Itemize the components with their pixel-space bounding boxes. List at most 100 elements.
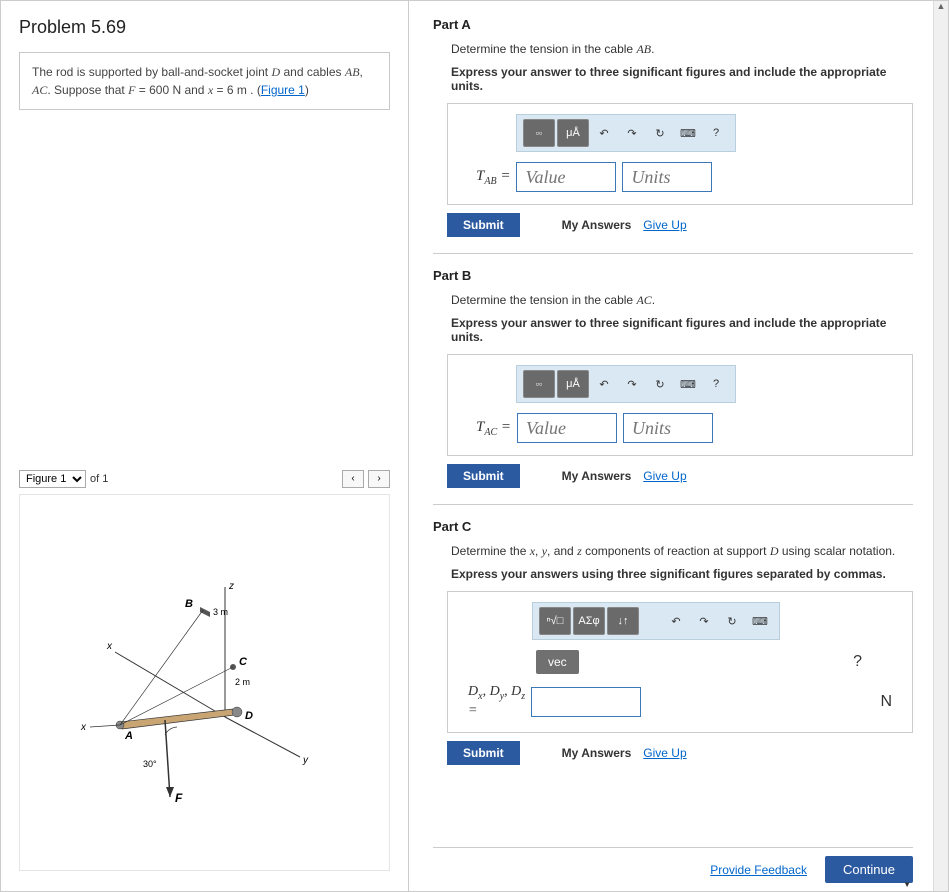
text: and — [184, 83, 207, 97]
svg-text:F: F — [175, 791, 183, 805]
my-answers-link[interactable]: My Answers — [562, 469, 632, 483]
figure-image: z x y B 3 m C 2 m D A F 30° — [19, 494, 390, 872]
part-c-label: Dx, Dy, Dz = — [468, 684, 525, 720]
part-c-actions: Submit My Answers Give Up — [433, 741, 913, 765]
figure-next-button[interactable]: › — [368, 470, 390, 488]
give-up-link[interactable]: Give Up — [643, 469, 686, 483]
part-c-answer-line: Dx, Dy, Dz = N — [468, 684, 898, 720]
figure-selector-bar: Figure 1 of 1 ‹ › — [19, 470, 390, 488]
separator — [433, 253, 913, 254]
svg-text:30°: 30° — [143, 759, 157, 769]
part-b-answer-line: TAC = — [476, 413, 898, 443]
templates-button[interactable]: ▫▫ — [523, 119, 555, 147]
part-c-value-input[interactable] — [531, 687, 641, 717]
part-c-prompt: Determine the x, y, and z components of … — [451, 544, 913, 559]
help-button[interactable]: ? — [853, 653, 862, 671]
redo-button[interactable]: ↷ — [619, 119, 645, 147]
redo-button[interactable]: ↷ — [691, 607, 717, 635]
part-a-prompt: Determine the tension in the cable AB. — [451, 42, 913, 57]
provide-feedback-link[interactable]: Provide Feedback — [710, 863, 807, 877]
part-c: Part C Determine the x, y, and z compone… — [433, 519, 913, 765]
part-a-label: TAB = — [476, 168, 510, 187]
svg-text:3 m: 3 m — [213, 607, 228, 617]
svg-text:z: z — [228, 581, 234, 592]
part-a-submit-button[interactable]: Submit — [447, 213, 520, 237]
part-b-value-input[interactable] — [517, 413, 617, 443]
part-a-title: Part A — [433, 17, 913, 32]
text: Determine the tension in the cable — [451, 42, 636, 56]
figure-select[interactable]: Figure 1 — [19, 470, 86, 488]
reset-button[interactable]: ↻ — [719, 607, 745, 635]
undo-button[interactable]: ↶ — [591, 119, 617, 147]
help-button[interactable]: ? — [703, 370, 729, 398]
part-c-answer-box: ⁿ√□ ΑΣφ ↓↑ ↶ ↷ ↻ ⌨ vec ? Dx, Dy, — [447, 591, 913, 733]
part-a-value-input[interactable] — [516, 162, 616, 192]
continue-button[interactable]: Continue — [825, 856, 913, 883]
part-a-instructions: Express your answer to three significant… — [451, 65, 913, 93]
figure-prev-button[interactable]: ‹ — [342, 470, 364, 488]
text: , — [360, 65, 363, 79]
keyboard-button[interactable]: ⌨ — [747, 607, 773, 635]
var-d: D — [271, 65, 280, 79]
my-answers-link[interactable]: My Answers — [562, 218, 632, 232]
dropdown-icon[interactable]: ▼ — [903, 880, 911, 889]
svg-text:x: x — [80, 722, 87, 733]
var: D — [770, 544, 779, 558]
part-c-submit-button[interactable]: Submit — [447, 741, 520, 765]
mu-angstrom-button[interactable]: μÅ — [557, 119, 589, 147]
part-c-title: Part C — [433, 519, 913, 534]
part-a-toolbar: ▫▫ μÅ ↶ ↷ ↻ ⌨ ? — [516, 114, 736, 152]
text: . — [651, 42, 654, 56]
text: . — [652, 293, 655, 307]
part-b-actions: Submit My Answers Give Up — [433, 464, 913, 488]
part-b-units-input[interactable] — [623, 413, 713, 443]
part-b-submit-button[interactable]: Submit — [447, 464, 520, 488]
part-c-unit: N — [880, 693, 892, 711]
text: ) — [305, 83, 309, 97]
text: Determine the — [451, 544, 530, 558]
undo-button[interactable]: ↶ — [663, 607, 689, 635]
problem-title: Problem 5.69 — [19, 17, 390, 38]
part-c-toolbar: ⁿ√□ ΑΣφ ↓↑ ↶ ↷ ↻ ⌨ — [532, 602, 780, 640]
part-b-toolbar: ▫▫ μÅ ↶ ↷ ↻ ⌨ ? — [516, 365, 736, 403]
give-up-link[interactable]: Give Up — [643, 218, 686, 232]
part-b: Part B Determine the tension in the cabl… — [433, 268, 913, 488]
part-a: Part A Determine the tension in the cabl… — [433, 17, 913, 237]
part-c-instructions: Express your answers using three signifi… — [451, 567, 913, 581]
undo-button[interactable]: ↶ — [591, 370, 617, 398]
text: . ( — [247, 83, 261, 97]
scrollbar[interactable]: ▲ — [933, 1, 948, 891]
part-a-answer-box: ▫▫ μÅ ↶ ↷ ↻ ⌨ ? TAB = — [447, 103, 913, 205]
give-up-link[interactable]: Give Up — [643, 746, 686, 760]
my-answers-link[interactable]: My Answers — [562, 746, 632, 760]
part-a-units-input[interactable] — [622, 162, 712, 192]
vec-chip[interactable]: vec — [536, 650, 579, 674]
separator — [433, 504, 913, 505]
root-button[interactable]: ⁿ√□ — [539, 607, 571, 635]
mu-angstrom-button[interactable]: μÅ — [557, 370, 589, 398]
problem-statement: The rod is supported by ball-and-socket … — [19, 52, 390, 110]
figure-link[interactable]: Figure 1 — [261, 83, 305, 97]
greek-button[interactable]: ΑΣφ — [573, 607, 605, 635]
sort-button[interactable]: ↓↑ — [607, 607, 639, 635]
templates-button[interactable]: ▫▫ — [523, 370, 555, 398]
reset-button[interactable]: ↻ — [647, 119, 673, 147]
help-button[interactable]: ? — [703, 119, 729, 147]
svg-text:B: B — [185, 598, 193, 610]
text: = 600 N — [135, 83, 184, 97]
text: The rod is supported by ball-and-socket … — [32, 65, 271, 79]
keyboard-button[interactable]: ⌨ — [675, 370, 701, 398]
text: Determine the tension in the cable — [451, 293, 636, 307]
svg-text:y: y — [302, 755, 309, 766]
svg-text:x: x — [106, 641, 113, 652]
redo-button[interactable]: ↷ — [619, 370, 645, 398]
part-b-title: Part B — [433, 268, 913, 283]
reset-button[interactable]: ↻ — [647, 370, 673, 398]
text: and cables — [280, 65, 345, 79]
part-b-instructions: Express your answer to three significant… — [451, 316, 913, 344]
scroll-up-icon[interactable]: ▲ — [934, 1, 948, 11]
text: , — [535, 544, 542, 558]
keyboard-button[interactable]: ⌨ — [675, 119, 701, 147]
text: using scalar notation. — [779, 544, 896, 558]
part-a-answer-line: TAB = — [476, 162, 898, 192]
